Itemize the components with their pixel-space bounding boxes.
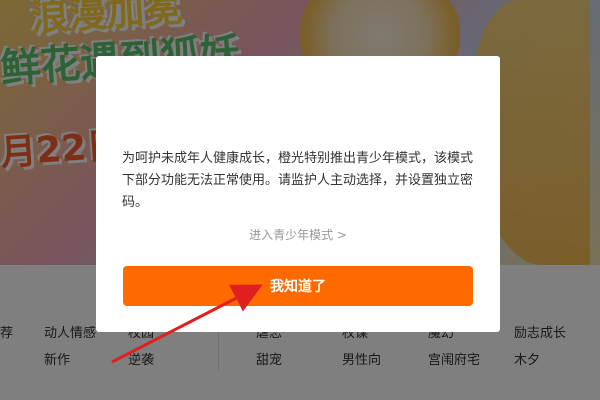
youth-mode-dialog: 为呵护未成年人健康成长，橙光特别推出青少年模式，该模式下部分功能无法正常使用。请… (96, 56, 500, 332)
confirm-button[interactable]: 我知道了 (123, 266, 473, 306)
dialog-message: 为呵护未成年人健康成长，橙光特别推出青少年模式，该模式下部分功能无法正常使用。请… (122, 151, 474, 210)
enter-youth-mode-link[interactable]: 进入青少年模式 > (96, 226, 500, 243)
